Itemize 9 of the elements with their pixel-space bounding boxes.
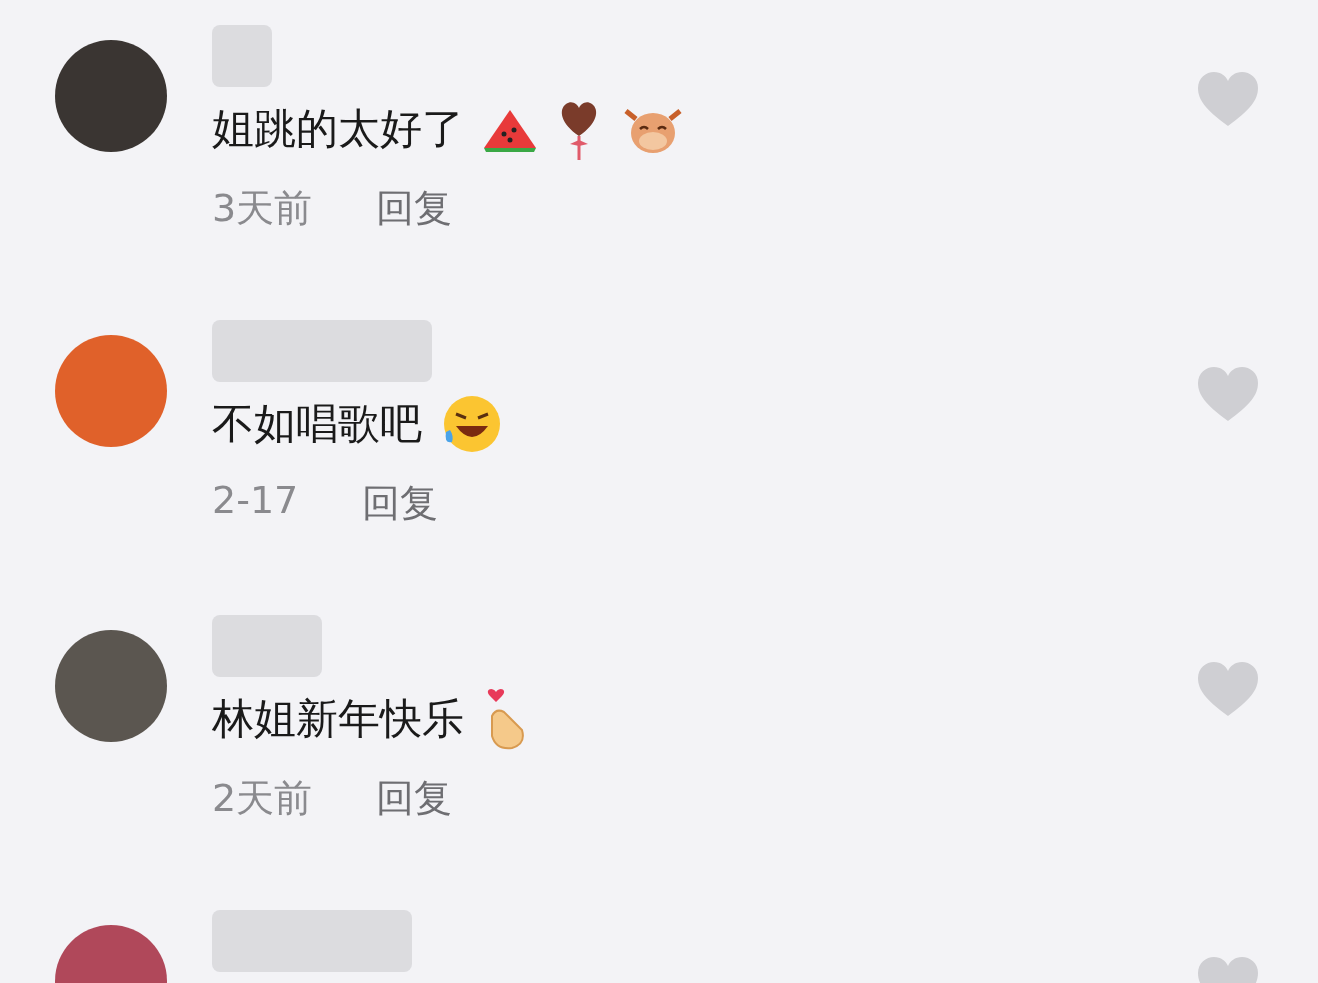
reply-link[interactable]: 回复 [362,478,439,529]
comment-text: 不如唱歌吧 [212,398,422,450]
comment-time: 2-17 [212,478,299,524]
comment-time: 2天前 [212,775,313,822]
reply-link[interactable]: 回复 [376,183,453,234]
comment-time: 3天前 [212,185,313,232]
comment-text: 姐跳的太好了 [212,103,464,155]
comment-text: 林姐新年快乐 [212,693,464,745]
reply-link[interactable]: 回复 [376,773,453,824]
